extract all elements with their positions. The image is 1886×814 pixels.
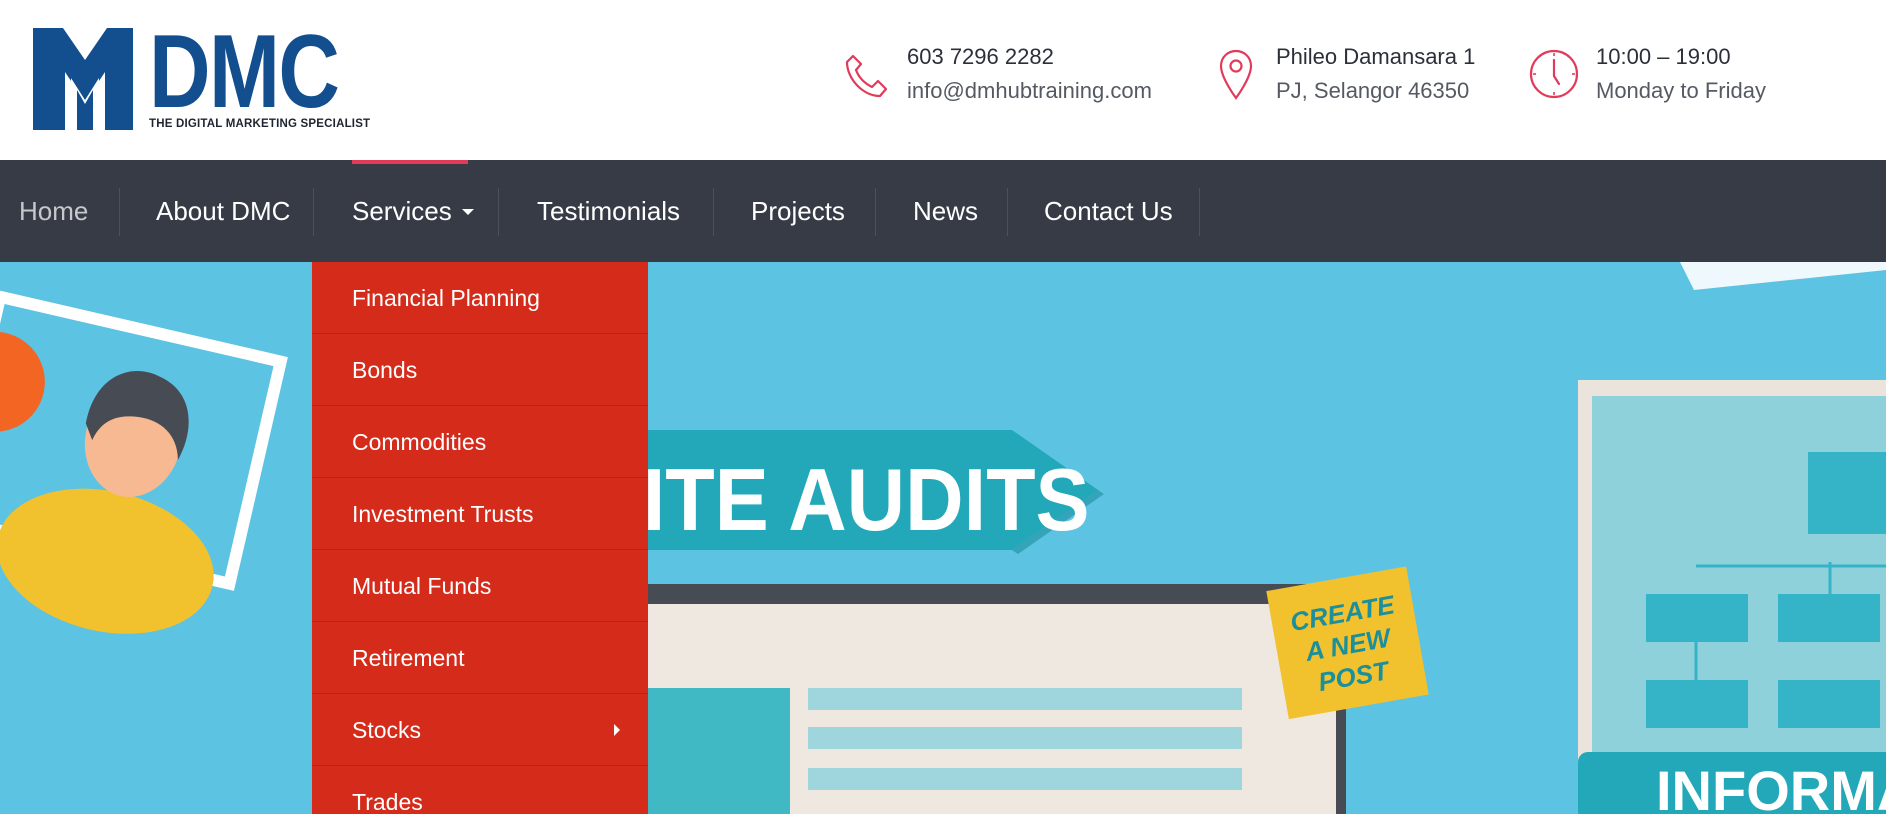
- menu-item-mutual-funds[interactable]: Mutual Funds: [312, 550, 648, 622]
- nav-divider: [313, 188, 314, 236]
- services-dropdown-menu: Financial Planning Bonds Commodities Inv…: [312, 262, 648, 814]
- chevron-down-icon: [461, 209, 474, 216]
- logo-wordmark: DMC: [149, 14, 340, 130]
- email-address[interactable]: info@dmhubtraining.com: [907, 74, 1152, 108]
- nav-item-home[interactable]: Home: [19, 160, 88, 262]
- contact-phone: 603 7296 2282 info@dmhubtraining.com: [843, 40, 1183, 112]
- nav-item-about[interactable]: About DMC: [156, 160, 290, 262]
- address-line-2: PJ, Selangor 46350: [1276, 78, 1470, 103]
- nav-item-testimonials[interactable]: Testimonials: [537, 160, 680, 262]
- nav-divider: [498, 188, 499, 236]
- phone-icon: [845, 54, 888, 98]
- hero-panel-text: INFORMA: [1656, 759, 1886, 814]
- contact-hours: 10:00 – 19:00 Monday to Friday: [1528, 40, 1828, 112]
- menu-item-bonds[interactable]: Bonds: [312, 334, 648, 406]
- menu-item-stocks-label: Stocks: [352, 717, 422, 743]
- map-pin-icon: [1219, 49, 1253, 100]
- logo-m-icon: [33, 28, 133, 130]
- menu-item-stocks[interactable]: Stocks: [312, 694, 648, 766]
- nav-item-services-label: Services: [352, 196, 452, 226]
- menu-item-commodities[interactable]: Commodities: [312, 406, 648, 478]
- hero-illustration: SITE AUDITS CREATE A NEW POST INFORMA: [0, 262, 1886, 814]
- hours-time: 10:00 – 19:00: [1596, 44, 1731, 69]
- menu-item-trades[interactable]: Trades: [312, 766, 648, 814]
- hours-days: Monday to Friday: [1596, 78, 1766, 103]
- dmc-logo[interactable]: DMC THE DIGITAL MARKETING SPECIALIST: [33, 14, 370, 136]
- nav-item-news[interactable]: News: [913, 160, 978, 262]
- nav-divider: [713, 188, 714, 236]
- address-line-1: Phileo Damansara 1: [1276, 44, 1476, 69]
- nav-divider: [119, 188, 120, 236]
- nav-item-services[interactable]: Services: [352, 160, 474, 262]
- main-navigation: Home About DMC Services Testimonials Pro…: [0, 160, 1886, 262]
- nav-divider: [875, 188, 876, 236]
- menu-item-investment-trusts[interactable]: Investment Trusts: [312, 478, 648, 550]
- clock-icon: [1529, 49, 1579, 99]
- nav-divider: [1007, 188, 1008, 236]
- site-header: DMC THE DIGITAL MARKETING SPECIALIST 603…: [0, 0, 1886, 160]
- menu-item-retirement[interactable]: Retirement: [312, 622, 648, 694]
- phone-number[interactable]: 603 7296 2282: [907, 40, 1054, 74]
- logo-tagline: THE DIGITAL MARKETING SPECIALIST: [149, 118, 371, 130]
- nav-item-projects[interactable]: Projects: [751, 160, 845, 262]
- chevron-right-icon: [614, 724, 620, 736]
- nav-divider: [1199, 188, 1200, 236]
- hero-artwork: SITE AUDITS CREATE A NEW POST INFORMA: [0, 262, 1886, 814]
- hero-banner-text: SITE AUDITS: [589, 450, 1090, 549]
- nav-item-contact[interactable]: Contact Us: [1044, 160, 1173, 262]
- contact-address: Phileo Damansara 1 PJ, Selangor 46350: [1216, 40, 1506, 112]
- menu-item-financial-planning[interactable]: Financial Planning: [312, 262, 648, 334]
